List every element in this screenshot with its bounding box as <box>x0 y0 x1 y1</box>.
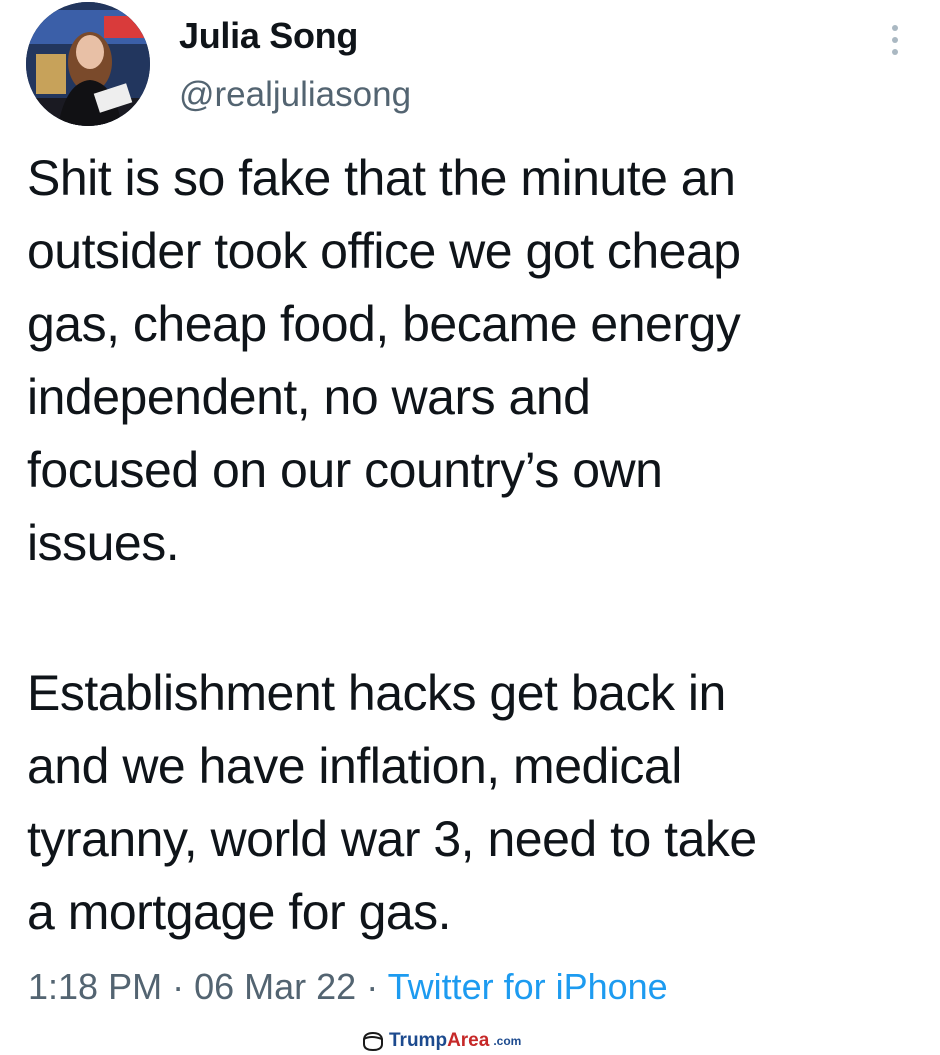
tweet-metadata: 1:18 PM · 06 Mar 22 · Twitter for iPhone <box>28 962 668 1012</box>
more-options-icon[interactable] <box>880 18 910 62</box>
dot <box>892 37 898 43</box>
trump-hair-logo-icon <box>363 1031 383 1051</box>
watermark-brand-part-1: Trump <box>389 1030 448 1051</box>
tweet-text-paragraph-1: Shit is so fake that the minute an outsi… <box>27 150 741 571</box>
avatar[interactable] <box>26 2 150 126</box>
author-handle[interactable]: @realjuliasong <box>179 73 411 117</box>
tweet-text-paragraph-2: Establishment hacks get back in and we h… <box>27 665 757 940</box>
watermark: TrumpArea .com <box>361 1030 521 1052</box>
tweet-time[interactable]: 1:18 PM <box>28 966 162 1007</box>
tweet-card: Julia Song @realjuliasong Shit is so fak… <box>0 0 940 1055</box>
watermark-brand: TrumpArea <box>389 1030 489 1052</box>
avatar-image <box>26 2 150 126</box>
separator: · <box>366 966 379 1007</box>
tweet-source-link[interactable]: Twitter for iPhone <box>388 966 668 1007</box>
separator: · <box>172 966 185 1007</box>
dot <box>892 49 898 55</box>
dot <box>892 25 898 31</box>
tweet-date[interactable]: 06 Mar 22 <box>194 966 356 1007</box>
watermark-suffix: .com <box>493 1034 522 1048</box>
watermark-brand-part-2: Area <box>447 1030 490 1051</box>
author-name[interactable]: Julia Song <box>179 14 358 58</box>
